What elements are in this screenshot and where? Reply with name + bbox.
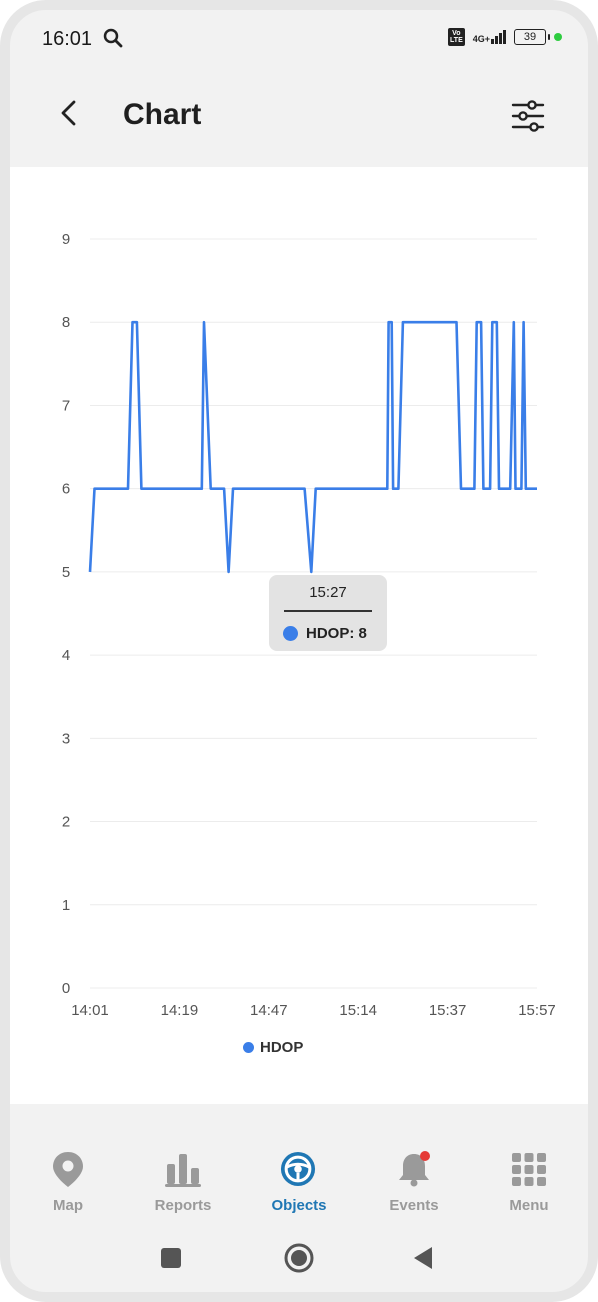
- x-tick-label: 15:14: [339, 1002, 377, 1019]
- system-navigation-bar: [10, 1234, 588, 1282]
- volte-icon: Vo LTE: [448, 28, 465, 46]
- bell-icon: [399, 1151, 430, 1187]
- app-bar: Chart: [10, 70, 588, 166]
- sliders-icon: [511, 100, 545, 132]
- x-tick-label: 14:47: [250, 1002, 288, 1019]
- y-tick-label: 6: [62, 481, 70, 498]
- legend-dot: [243, 1042, 254, 1053]
- y-tick-label: 2: [62, 814, 70, 831]
- network-label: 4G+: [472, 34, 490, 44]
- tooltip-time: 15:27: [309, 584, 347, 601]
- tooltip-value: HDOP: 8: [306, 625, 367, 642]
- grid-icon: [512, 1153, 546, 1186]
- chart-legend[interactable]: HDOP: [243, 1039, 303, 1056]
- steering-wheel-icon: [280, 1151, 316, 1187]
- chart-tooltip: 15:27 HDOP: 8: [269, 575, 387, 651]
- series-line-hdop[interactable]: [88, 320, 537, 574]
- nav-label-reports: Reports: [154, 1197, 212, 1214]
- tooltip-row: HDOP: 8: [283, 625, 367, 642]
- status-bar: 16:01 Vo LTE 4G+ 39: [10, 10, 588, 68]
- nav-label-events: Events: [389, 1197, 439, 1214]
- tooltip-divider: [284, 610, 372, 612]
- signal-icon: 4G+: [473, 30, 506, 44]
- y-tick-label: 1: [62, 897, 70, 914]
- y-tick-label: 4: [62, 647, 70, 664]
- privacy-dot: [554, 33, 562, 41]
- legend-label: HDOP: [260, 1039, 304, 1056]
- filter-button[interactable]: [510, 98, 546, 134]
- y-tick-label: 5: [62, 564, 70, 581]
- chart-card: 0 1 2 3 4 5 6 7 8 9 14:01 14:19 14:47 15:14 15:37 15:57…: [10, 167, 588, 1104]
- nav-label-objects: Objects: [271, 1197, 327, 1214]
- phone-frame: 16:01 Vo LTE 4G+ 39 Chart 0 1 2 3 4 5 6 …: [0, 0, 598, 1302]
- x-tick-label: 15:37: [429, 1002, 467, 1019]
- battery-icon: 39: [514, 29, 550, 45]
- status-icons: Vo LTE 4G+ 39: [448, 28, 562, 46]
- nav-label-menu: Menu: [509, 1197, 549, 1214]
- nav-item-map[interactable]: Map: [13, 1140, 123, 1232]
- tooltip-series-dot: [283, 626, 298, 641]
- y-tick-label: 8: [62, 314, 70, 331]
- nav-item-objects[interactable]: Objects: [244, 1140, 354, 1232]
- bottom-navigation: Map Reports Objects Events Menu: [10, 1140, 588, 1232]
- recents-icon[interactable]: [155, 1242, 187, 1274]
- y-tick-label: 7: [62, 397, 70, 414]
- x-tick-label: 15:57: [518, 1002, 556, 1019]
- back-triangle-icon[interactable]: [408, 1242, 440, 1274]
- home-icon[interactable]: [283, 1242, 315, 1274]
- back-button[interactable]: [54, 98, 84, 128]
- status-time: 16:01: [42, 28, 93, 50]
- map-pin-icon: [53, 1152, 83, 1187]
- search-icon: [103, 28, 123, 48]
- y-tick-label: 3: [62, 730, 70, 747]
- bar-chart-icon: [165, 1154, 201, 1187]
- x-tick-label: 14:19: [161, 1002, 199, 1019]
- x-tick-label: 14:01: [71, 1002, 109, 1019]
- nav-item-reports[interactable]: Reports: [128, 1140, 238, 1232]
- nav-label-map: Map: [53, 1197, 83, 1214]
- y-tick-label: 9: [62, 231, 70, 248]
- y-tick-label: 0: [62, 980, 70, 997]
- nav-item-menu[interactable]: Menu: [474, 1140, 584, 1232]
- page-title: Chart: [123, 98, 202, 131]
- nav-item-events[interactable]: Events: [359, 1140, 469, 1232]
